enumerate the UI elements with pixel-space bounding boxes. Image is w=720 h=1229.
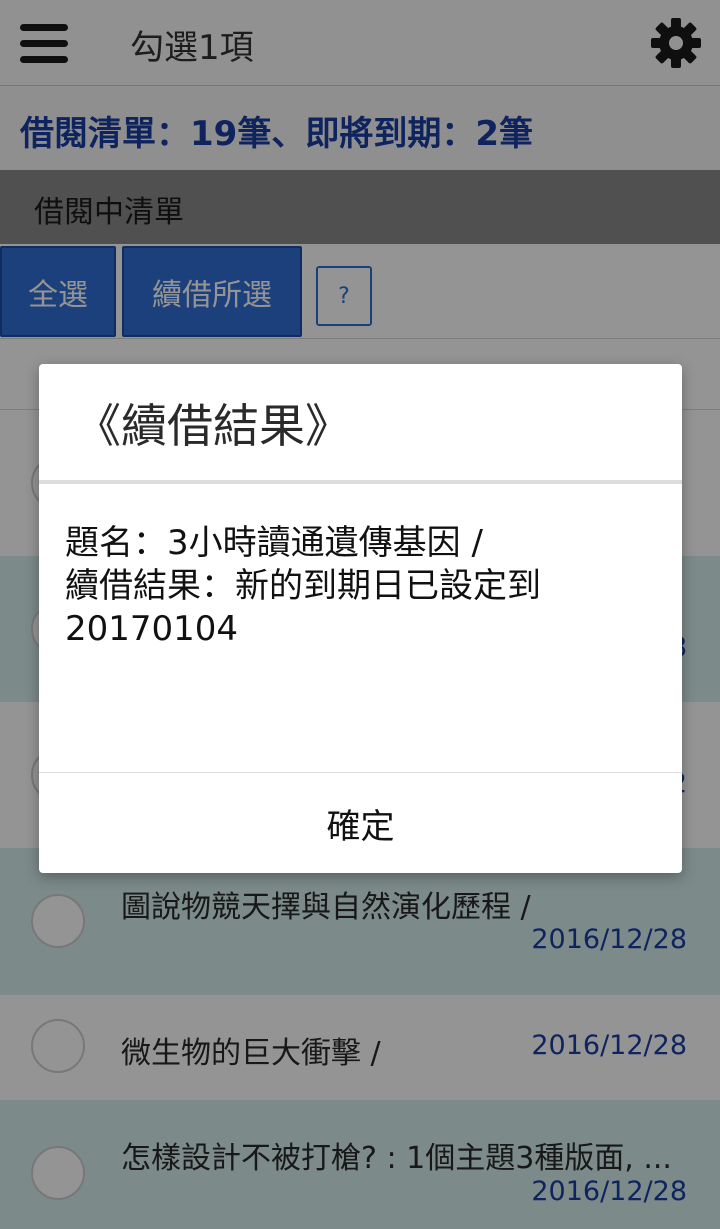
dialog-message-result-line: 續借結果：新的到期日已設定到 — [65, 566, 541, 606]
renew-result-dialog: 《續借結果》 題名：3小時讀通遺傳基因 / 續借結果：新的到期日已設定到 201… — [39, 364, 682, 873]
ok-button[interactable]: 確定 — [39, 773, 682, 873]
dialog-message-date-line: 20170104 — [65, 609, 239, 649]
dialog-title-divider — [39, 480, 682, 484]
dialog-message-title-line: 題名：3小時讀通遺傳基因 / — [65, 523, 483, 563]
dialog-title: 《續借結果》 — [75, 399, 351, 453]
dialog-message: 題名：3小時讀通遺傳基因 / 續借結果：新的到期日已設定到 20170104 — [65, 522, 655, 651]
